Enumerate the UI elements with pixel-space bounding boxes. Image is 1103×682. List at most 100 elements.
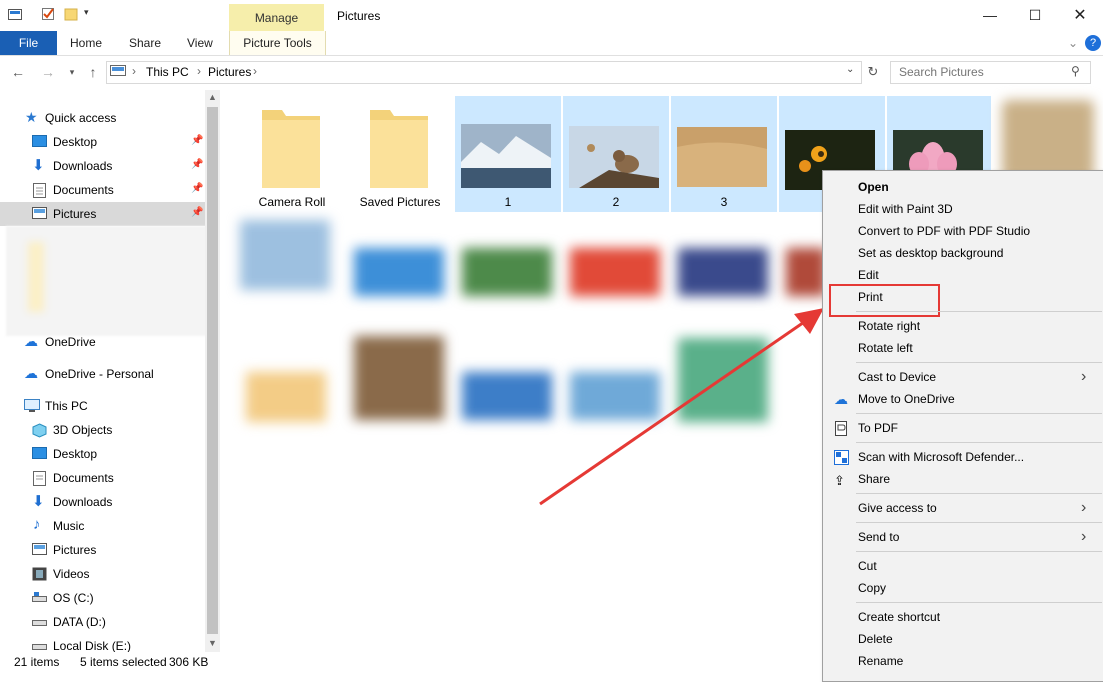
nav-pc-downloads[interactable]: ⬇ Downloads <box>0 490 205 514</box>
search-box[interactable]: ⚲ <box>890 61 1091 84</box>
nav-label: Downloads <box>53 495 113 509</box>
scroll-down-icon[interactable]: ▼ <box>205 636 220 651</box>
breadcrumb-pictures[interactable]: Pictures <box>208 65 251 79</box>
file-name: 2 <box>612 195 620 209</box>
menu-item-delete[interactable]: Delete <box>823 628 1103 650</box>
scroll-up-icon[interactable]: ▲ <box>205 90 220 105</box>
menu-item-copy[interactable]: Copy <box>823 577 1103 599</box>
menu-item-send-to[interactable]: Send to › <box>823 526 1103 548</box>
menu-item-edit[interactable]: Edit <box>823 264 1103 286</box>
file-tile[interactable]: Camera Roll <box>246 96 338 212</box>
help-icon[interactable]: ? <box>1085 35 1101 51</box>
pin-icon[interactable]: 📌 <box>191 183 203 194</box>
menu-item-rotate-left[interactable]: Rotate left <box>823 337 1103 359</box>
nav-onedrive-personal[interactable]: ☁ OneDrive - Personal <box>0 362 205 386</box>
menu-item-move-onedrive[interactable]: ☁ Move to OneDrive <box>823 388 1103 410</box>
expand-ribbon-icon[interactable]: ⌄ <box>1068 31 1078 55</box>
menu-item-set-background[interactable]: Set as desktop background <box>823 242 1103 264</box>
nav-pc-documents[interactable]: Documents <box>0 466 205 490</box>
nav-quick-documents[interactable]: Documents 📌 <box>0 178 205 202</box>
nav-pc-music[interactable]: ♪ Music <box>0 514 205 538</box>
nav-label: Desktop <box>53 447 98 461</box>
nav-pc-os-c[interactable]: OS (C:) <box>0 586 205 610</box>
tab-file[interactable]: File <box>0 31 57 55</box>
menu-item-convert-pdf[interactable]: Convert to PDF with PDF Studio <box>823 220 1103 242</box>
menu-item-give-access[interactable]: Give access to › <box>823 497 1103 519</box>
pdf-icon <box>834 421 849 436</box>
nav-quick-pictures[interactable]: Pictures 📌 <box>0 202 205 226</box>
selection-count: 5 items selected <box>80 655 167 669</box>
pin-icon[interactable]: 📌 <box>191 207 203 218</box>
menu-item-cut[interactable]: Cut <box>823 555 1103 577</box>
scroll-thumb[interactable] <box>207 107 218 634</box>
menu-separator <box>856 413 1102 414</box>
file-name: Saved Pictures <box>359 195 441 209</box>
nav-pc-videos[interactable]: Videos <box>0 562 205 586</box>
search-input[interactable] <box>899 65 1074 79</box>
nav-label: Local Disk (E:) <box>53 639 132 652</box>
file-tile[interactable]: Saved Pictures <box>354 96 446 212</box>
pin-icon[interactable]: 📌 <box>191 135 203 146</box>
menu-item-scan-defender[interactable]: Scan with Microsoft Defender... <box>823 446 1103 468</box>
menu-item-open[interactable]: Open <box>823 176 1103 198</box>
nav-quick-desktop[interactable]: Desktop 📌 <box>0 130 205 154</box>
blurred-thumbnail <box>354 248 444 296</box>
manage-contextual-tab[interactable]: Manage <box>229 4 324 31</box>
drive-icon <box>32 591 47 605</box>
blurred-thumbnail <box>246 372 326 422</box>
explorer-window-icon[interactable] <box>8 7 22 21</box>
nav-pc-3d-objects[interactable]: 3D Objects <box>0 418 205 442</box>
tab-picture-tools[interactable]: Picture Tools <box>229 31 326 55</box>
up-icon[interactable]: ↑ <box>82 56 104 88</box>
nav-quick-access[interactable]: ★ Quick access <box>0 106 205 130</box>
window-title: Pictures <box>337 9 381 23</box>
menu-item-cast[interactable]: Cast to Device › <box>823 366 1103 388</box>
title-bar: ▾ Manage Pictures — ☐ ✕ <box>0 0 1103 31</box>
address-dropdown-icon[interactable]: ⌄ <box>846 64 854 75</box>
nav-quick-downloads[interactable]: ⬇ Downloads 📌 <box>0 154 205 178</box>
context-menu: Open Edit with Paint 3D Convert to PDF w… <box>822 170 1103 682</box>
menu-item-share[interactable]: ⇪ Share <box>823 468 1103 490</box>
menu-item-create-shortcut[interactable]: Create shortcut <box>823 606 1103 628</box>
pictures-icon <box>32 543 47 557</box>
new-folder-icon[interactable] <box>64 7 78 21</box>
file-tile[interactable]: 2 <box>563 96 669 212</box>
nav-pc-pictures[interactable]: Pictures <box>0 538 205 562</box>
refresh-icon[interactable]: ↻ <box>862 56 884 88</box>
breadcrumb-this-pc[interactable]: This PC <box>146 65 189 79</box>
maximize-icon[interactable]: ☐ <box>1012 0 1058 31</box>
forward-icon[interactable]: → <box>37 56 59 88</box>
cloud-icon: ☁ <box>24 333 38 349</box>
properties-icon[interactable] <box>41 7 55 21</box>
address-bar[interactable]: › This PC › Pictures › ⌄ <box>106 61 862 84</box>
nav-label: Desktop <box>53 135 98 149</box>
back-icon[interactable]: ← <box>7 56 29 88</box>
nav-pc-data-d[interactable]: DATA (D:) <box>0 610 205 634</box>
file-tile[interactable]: 1 <box>455 96 561 212</box>
search-icon[interactable]: ⚲ <box>1071 64 1080 78</box>
menu-item-edit-paint3d[interactable]: Edit with Paint 3D <box>823 198 1103 220</box>
nav-label: DATA (D:) <box>53 615 106 629</box>
menu-item-to-pdf[interactable]: To PDF <box>823 417 1103 439</box>
nav-scrollbar[interactable]: ▲ ▼ <box>205 90 220 652</box>
nav-this-pc[interactable]: This PC <box>0 394 205 418</box>
nav-label: This PC <box>45 399 88 413</box>
tab-share[interactable]: Share <box>129 31 161 55</box>
grass-photo-thumbnail <box>677 127 767 190</box>
nav-pc-local-disk-e[interactable]: Local Disk (E:) <box>0 634 205 652</box>
nav-label: Documents <box>53 471 114 485</box>
minimize-icon[interactable]: — <box>967 0 1013 31</box>
customize-toolbar-icon[interactable]: ▾ <box>84 7 98 21</box>
nav-label: 3D Objects <box>53 423 113 437</box>
recent-locations-icon[interactable]: ▾ <box>61 56 83 88</box>
document-icon <box>33 183 48 198</box>
nav-onedrive[interactable]: ☁ OneDrive <box>0 330 205 354</box>
pin-icon[interactable]: 📌 <box>191 159 203 170</box>
blurred-thumbnail <box>240 220 330 290</box>
tab-home[interactable]: Home <box>70 31 102 55</box>
close-icon[interactable]: ✕ <box>1057 0 1103 31</box>
nav-pc-desktop[interactable]: Desktop <box>0 442 205 466</box>
tab-view[interactable]: View <box>187 31 213 55</box>
menu-item-rotate-right[interactable]: Rotate right <box>823 315 1103 337</box>
file-tile[interactable]: 3 <box>671 96 777 212</box>
